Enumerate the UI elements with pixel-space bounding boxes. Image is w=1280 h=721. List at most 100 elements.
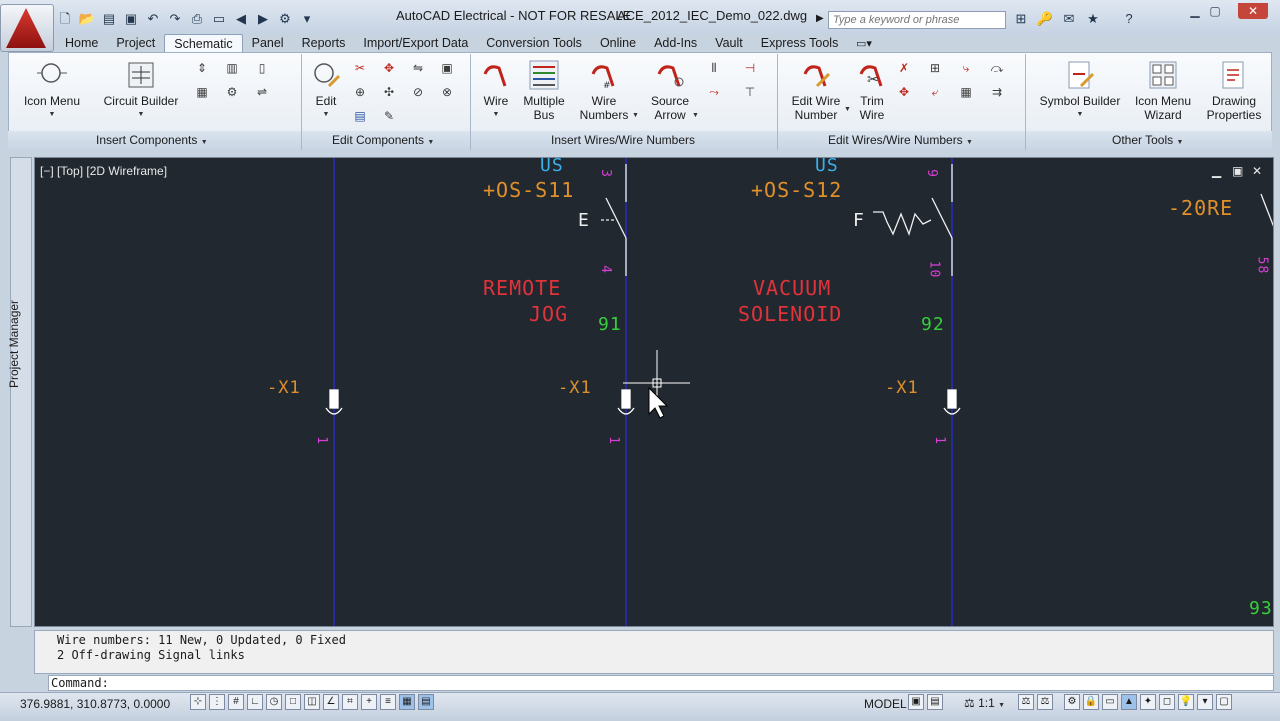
scoot-icon[interactable]: ⇉ [987, 82, 1007, 102]
multiple-bus-button[interactable]: Multiple Bus [518, 60, 570, 122]
tab-express-tools[interactable]: Express Tools [752, 34, 848, 52]
help-icon[interactable]: ? [1120, 10, 1138, 28]
fix-attribute-icon[interactable]: ✎ [379, 106, 399, 126]
tab-home[interactable]: Home [56, 34, 107, 52]
align-icon[interactable]: ⊕ [350, 82, 370, 102]
infer-constraints-icon[interactable]: ⊹ [190, 694, 206, 710]
grid-display-icon[interactable]: # [228, 694, 244, 710]
lineweight-icon[interactable]: ≡ [380, 694, 396, 710]
tab-reports[interactable]: Reports [293, 34, 355, 52]
retag-icon[interactable]: ✣ [379, 82, 399, 102]
fullscreen-icon[interactable]: ▢ [1216, 694, 1232, 710]
insert-multiple-icon[interactable]: ▦ [192, 82, 212, 102]
qat-dropdown-icon[interactable]: ▾ [298, 10, 316, 28]
other-tools-title[interactable]: Other Tools ▼ [1112, 133, 1183, 147]
wire-gap-icon[interactable]: ⊣ [740, 58, 760, 78]
icon-menu-button[interactable]: Icon Menu ▼ [18, 60, 86, 122]
symbol-builder-button[interactable]: Symbol Builder ▼ [1034, 60, 1126, 122]
clean-screen-icon[interactable]: ◻ [1159, 694, 1175, 710]
3d-object-snap-icon[interactable]: ◫ [304, 694, 320, 710]
search-input[interactable] [828, 11, 1006, 29]
swap-wire-icon[interactable]: ⤷ [956, 58, 976, 78]
new-file-icon[interactable]: 🗋 [56, 10, 74, 28]
quick-properties-icon[interactable]: ▤ [418, 694, 434, 710]
edit-wire-number-button[interactable]: Edit Wire Number [786, 60, 846, 122]
delete-wire-number-icon[interactable]: ✗ [894, 58, 914, 78]
quick-view-layouts-icon[interactable]: ▣ [908, 694, 924, 710]
toggle-wire-icon[interactable]: ▦ [956, 82, 976, 102]
tab-panel[interactable]: Panel [243, 34, 293, 52]
wire-button[interactable]: Wire ▼ [476, 60, 516, 122]
copy-component-icon[interactable]: ▣ [437, 58, 457, 78]
viewport-restore-icon[interactable]: ▣ [1232, 164, 1243, 178]
move-component-icon[interactable]: ✥ [379, 58, 399, 78]
redo-icon[interactable]: ↷ [166, 10, 184, 28]
back-icon[interactable]: ◀ [232, 10, 250, 28]
coordinate-readout[interactable]: 376.9881, 310.8773, 0.0000 [20, 697, 170, 711]
insert-dummy-icon[interactable]: ▯ [252, 58, 272, 78]
toggle-no-nc-icon[interactable]: ⊗ [437, 82, 457, 102]
viewport-close-icon[interactable]: ✕ [1252, 164, 1262, 178]
tab-vault[interactable]: Vault [706, 34, 752, 52]
viewport-controls-label[interactable]: [−] [Top] [2D Wireframe] [40, 164, 167, 178]
edit-wires-title[interactable]: Edit Wires/Wire Numbers ▼ [828, 133, 973, 147]
dynamic-input-icon[interactable]: + [361, 694, 377, 710]
trim-wire-button[interactable]: ✂ Trim Wire [852, 60, 892, 122]
ladder-icon[interactable]: ⫴ [704, 58, 724, 78]
source-arrow-button[interactable]: Source Arrow [646, 60, 694, 122]
project-manager-panel[interactable]: Project Manager [7, 157, 32, 627]
command-line-input[interactable]: Command: [48, 675, 1274, 691]
drawing-canvas[interactable]: US +OS-S11 US +OS-S12 -20RE 3 4 9 10 58 … [34, 157, 1274, 627]
transparency-icon[interactable]: ▦ [399, 694, 415, 710]
snap-mode-icon[interactable]: ⋮ [209, 694, 225, 710]
tab-schematic[interactable]: Schematic [164, 34, 243, 52]
chevron-down-icon[interactable]: ▼ [692, 112, 699, 119]
binoculars-icon[interactable]: ⊞ [1012, 10, 1030, 28]
auto-scale-icon[interactable]: ⚖ [1037, 694, 1053, 710]
insert-parent-child-icon[interactable]: ⚙ [222, 82, 242, 102]
annotation-visibility-icon[interactable]: ⚖ [1018, 694, 1034, 710]
wire-numbers-button[interactable]: # Wire Numbers [578, 60, 630, 122]
subscription-icon[interactable]: 🔑 [1036, 10, 1054, 28]
flip-wire-icon[interactable]: ⤶ [925, 82, 945, 102]
plot-icon[interactable]: ⎙ [188, 10, 206, 28]
open-file-icon[interactable]: 📂 [78, 10, 96, 28]
save-as-icon[interactable]: ▤ [100, 10, 118, 28]
insert-connector-icon[interactable]: ⇌ [252, 82, 272, 102]
hardware-acceleration-icon[interactable]: ▭ [1102, 694, 1118, 710]
fix-wire-icon[interactable]: ⊞ [925, 58, 945, 78]
insert-components-title[interactable]: Insert Components ▼ [96, 133, 208, 147]
search-expand-icon[interactable]: ▶ [816, 12, 826, 26]
wire-type-icon[interactable]: ⤼ [987, 58, 1007, 78]
isolate-objects-icon[interactable]: ▲ [1121, 694, 1137, 710]
folder-icon[interactable]: ▭ [210, 10, 228, 28]
object-snap-icon[interactable]: □ [285, 694, 301, 710]
swap-component-icon[interactable]: ⇋ [408, 58, 428, 78]
dynamic-ucs-icon[interactable]: ⌗ [342, 694, 358, 710]
model-space-toggle[interactable]: MODEL [864, 697, 907, 711]
object-snap-tracking-icon[interactable]: ∠ [323, 694, 339, 710]
favorites-star-icon[interactable]: ★ [1084, 10, 1102, 28]
ace-tools-icon[interactable]: ✦ [1140, 694, 1156, 710]
communication-icon[interactable]: ✉ [1060, 10, 1078, 28]
annotation-scale[interactable]: ⚖ 1:1 ▼ [964, 696, 1005, 710]
viewport-minimize-icon[interactable]: ▁ [1212, 164, 1221, 178]
tab-add-ins[interactable]: Add-Ins [645, 34, 706, 52]
status-bar-menu-icon[interactable]: ▾ [1197, 694, 1213, 710]
ortho-mode-icon[interactable]: ∟ [247, 694, 263, 710]
lightbulb-icon[interactable]: 💡 [1178, 694, 1194, 710]
insert-pneumatic-icon[interactable]: ▥ [222, 58, 242, 78]
chevron-down-icon[interactable]: ▼ [844, 106, 851, 113]
workspace-icon[interactable]: ⚙ [276, 10, 294, 28]
restore-button[interactable]: ▢ [1200, 3, 1230, 19]
drawing-properties-button[interactable]: Drawing Properties [1202, 60, 1266, 122]
delete-component-icon[interactable]: ✂ [350, 58, 370, 78]
save-icon[interactable]: ▣ [122, 10, 140, 28]
edit-component-button[interactable]: Edit ▼ [306, 60, 346, 122]
tab-overflow-icon[interactable]: ▭▾ [856, 37, 872, 50]
attribute-icon[interactable]: ▤ [350, 106, 370, 126]
lock-icon[interactable]: 🔒 [1083, 694, 1099, 710]
tab-project[interactable]: Project [107, 34, 164, 52]
forward-icon[interactable]: ▶ [254, 10, 272, 28]
tab-online[interactable]: Online [591, 34, 645, 52]
